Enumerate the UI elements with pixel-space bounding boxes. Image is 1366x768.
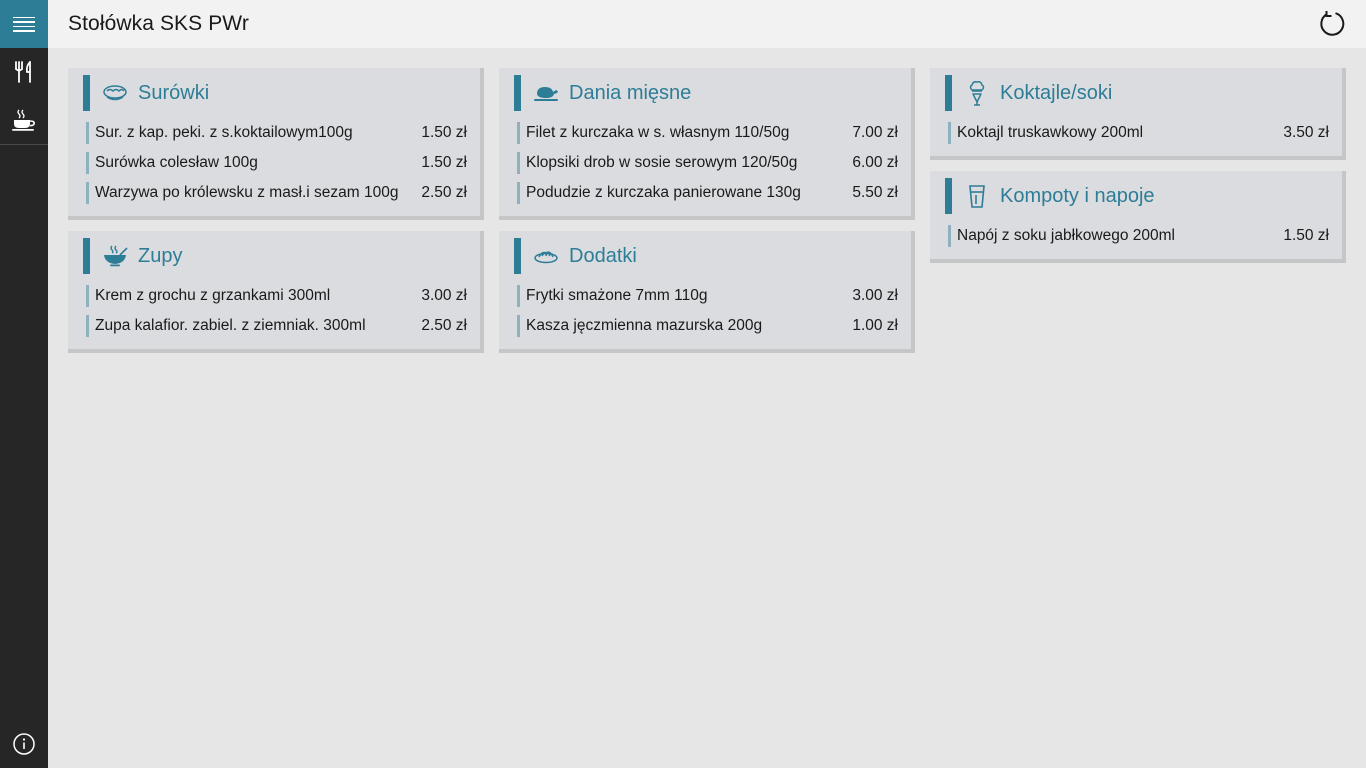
accent-bar <box>83 238 90 274</box>
accent-bar <box>514 75 521 111</box>
menu-item[interactable]: Koktajl truskawkowy 200ml 3.50 zł <box>948 118 1329 148</box>
item-name: Surówka colesław 100g <box>95 154 258 171</box>
menu-item[interactable]: Zupa kalafior. zabiel. z ziemniak. 300ml… <box>86 311 467 341</box>
nav-divider <box>0 144 48 145</box>
info-icon[interactable] <box>0 720 48 768</box>
item-name: Koktajl truskawkowy 200ml <box>957 124 1144 141</box>
accent-bar <box>83 75 90 111</box>
category-title: Kompoty i napoje <box>1000 184 1155 207</box>
category-header: Dodatki <box>514 238 901 274</box>
menu-item[interactable]: Warzywa po królewsku z masł.i sezam 100g… <box>86 178 467 208</box>
item-price: 5.50 zł <box>852 184 898 201</box>
menu-item[interactable]: Sur. z kap. peki. z s.koktailowym100g 1.… <box>86 118 467 148</box>
item-name: Podudzie z kurczaka panierowane 130g <box>526 184 801 201</box>
category-header: Zupy <box>83 238 470 274</box>
item-name: Klopsiki drob w sosie serowym 120/50g <box>526 154 798 171</box>
category-header: Kompoty i napoje <box>945 178 1332 214</box>
category-card-surowki: Surówki Sur. z kap. peki. z s.koktailowy… <box>68 68 484 220</box>
category-title: Koktajle/soki <box>1000 81 1113 104</box>
item-price: 3.50 zł <box>1283 124 1329 141</box>
category-header: Dania mięsne <box>514 75 901 111</box>
soup-bowl-icon <box>102 243 128 269</box>
cutlery-icon[interactable] <box>0 48 48 96</box>
menu-item[interactable]: Podudzie z kurczaka panierowane 130g 5.5… <box>517 178 898 208</box>
ice-cream-icon <box>964 80 990 106</box>
page-title: Stołówka SKS PWr <box>68 12 249 35</box>
title-bar: Stołówka SKS PWr <box>48 0 1366 48</box>
category-title: Surówki <box>138 81 210 104</box>
item-price: 3.00 zł <box>421 287 467 304</box>
item-price: 2.50 zł <box>421 317 467 334</box>
menu-item[interactable]: Klopsiki drob w sosie serowym 120/50g 6.… <box>517 148 898 178</box>
category-card-koktajle: Koktajle/soki Koktajl truskawkowy 200ml … <box>930 68 1346 160</box>
category-header: Koktajle/soki <box>945 75 1332 111</box>
refresh-icon[interactable] <box>1318 10 1346 38</box>
menu-item[interactable]: Surówka colesław 100g 1.50 zł <box>86 148 467 178</box>
item-price: 3.00 zł <box>852 287 898 304</box>
item-price: 1.00 zł <box>852 317 898 334</box>
item-name: Zupa kalafior. zabiel. z ziemniak. 300ml <box>95 317 366 334</box>
category-card-dodatki: Dodatki Frytki smażone 7mm 110g 3.00 zł … <box>499 231 915 353</box>
item-price: 2.50 zł <box>421 184 467 201</box>
accent-bar <box>945 75 952 111</box>
item-name: Filet z kurczaka w s. własnym 110/50g <box>526 124 790 141</box>
nav-rail <box>0 0 48 768</box>
salad-bowl-icon <box>102 80 128 106</box>
item-price: 1.50 zł <box>1283 227 1329 244</box>
item-name: Napój z soku jabłkowego 200ml <box>957 227 1175 244</box>
item-price: 1.50 zł <box>421 154 467 171</box>
item-name: Frytki smażone 7mm 110g <box>526 287 708 304</box>
menu-item[interactable]: Filet z kurczaka w s. własnym 110/50g 7.… <box>517 118 898 148</box>
item-name: Krem z grochu z grzankami 300ml <box>95 287 331 304</box>
coffee-cup-icon[interactable] <box>0 96 48 144</box>
menu-item[interactable]: Kasza jęczmienna mazurska 200g 1.00 zł <box>517 311 898 341</box>
hamburger-icon[interactable] <box>0 0 48 48</box>
item-name: Kasza jęczmienna mazurska 200g <box>526 317 763 334</box>
category-card-kompoty: Kompoty i napoje Napój z soku jabłkowego… <box>930 171 1346 263</box>
drink-glass-icon <box>964 183 990 209</box>
category-title: Dania mięsne <box>569 81 692 104</box>
item-price: 7.00 zł <box>852 124 898 141</box>
accent-bar <box>514 238 521 274</box>
menu-item[interactable]: Krem z grochu z grzankami 300ml 3.00 zł <box>86 281 467 311</box>
category-title: Dodatki <box>569 244 637 267</box>
item-price: 6.00 zł <box>852 154 898 171</box>
menu-item[interactable]: Frytki smażone 7mm 110g 3.00 zł <box>517 281 898 311</box>
menu-item[interactable]: Napój z soku jabłkowego 200ml 1.50 zł <box>948 221 1329 251</box>
category-card-zupy: Zupy Krem z grochu z grzankami 300ml 3.0… <box>68 231 484 353</box>
category-card-dania-miesne: Dania mięsne Filet z kurczaka w s. własn… <box>499 68 915 220</box>
item-price: 1.50 zł <box>421 124 467 141</box>
side-dish-icon <box>533 243 559 269</box>
category-title: Zupy <box>138 244 183 267</box>
roast-chicken-icon <box>533 80 559 106</box>
item-name: Sur. z kap. peki. z s.koktailowym100g <box>95 124 353 141</box>
accent-bar <box>945 178 952 214</box>
category-header: Surówki <box>83 75 470 111</box>
item-name: Warzywa po królewsku z masł.i sezam 100g <box>95 184 399 201</box>
